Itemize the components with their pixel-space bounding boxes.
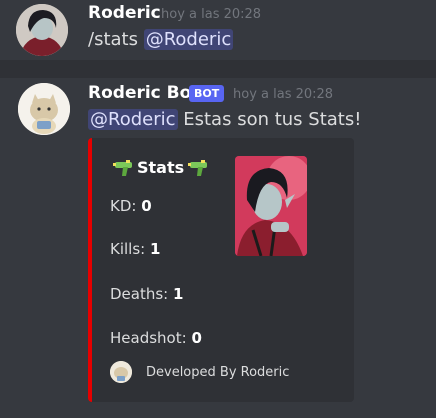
message-content: /stats @Roderic [88,29,234,50]
embed-title: Stats [112,158,209,177]
embed-thumbnail[interactable] [235,156,307,256]
command-text: /stats [88,29,138,50]
user-mention[interactable]: @Roderic [88,109,178,130]
stat-value: 0 [141,197,152,215]
footer-avatar-icon [110,361,132,383]
stat-headshot: Headshot: 0 [110,329,202,347]
water-gun-icon [112,159,134,177]
embed-title-text: Stats [137,158,185,177]
stat-kd: KD: 0 [110,197,152,215]
stat-label: Headshot: [110,329,187,347]
stat-label: Kills: [110,240,146,258]
stat-label: KD: [110,197,137,215]
embed-footer: Developed By Roderic [110,359,289,385]
message-user: Roderic hoy a las 20:28 /stats @Roderic [0,0,436,60]
bot-badge: BOT [189,85,225,102]
stat-value: 0 [191,329,202,347]
message-divider [0,60,436,78]
user-avatar[interactable] [16,4,68,56]
stat-deaths: Deaths: 1 [110,285,183,303]
water-gun-icon [187,159,209,177]
stat-value: 1 [173,285,184,303]
timestamp: hoy a las 20:28 [161,7,262,22]
stat-kills: Kills: 1 [110,240,160,258]
stats-embed: Stats KD: 0 Kills: 1 Deaths: 1 Headshot: [88,138,354,402]
stat-label: Deaths: [110,285,169,303]
username[interactable]: Roderic [88,3,161,23]
user-mention[interactable]: @Roderic [143,29,234,50]
message-content: @Roderic Estas son tus Stats! [88,109,361,130]
bot-username[interactable]: Roderic Bot [88,83,199,103]
message-text: Estas son tus Stats! [183,109,362,130]
footer-text: Developed By Roderic [146,364,290,380]
stat-value: 1 [150,240,161,258]
timestamp: hoy a las 20:28 [233,87,334,102]
message-bot: Roderic Bot BOT hoy a las 20:28 @Roderic… [0,78,436,418]
bot-avatar[interactable] [18,83,70,135]
